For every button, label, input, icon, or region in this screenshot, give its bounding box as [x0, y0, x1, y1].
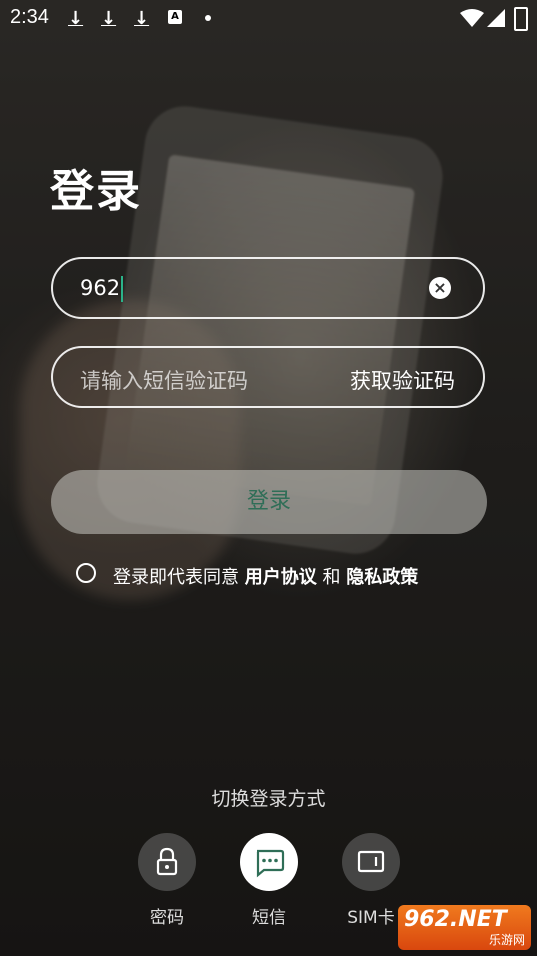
- agree-checkbox[interactable]: [76, 563, 96, 583]
- get-code-button[interactable]: 获取验证码: [350, 365, 455, 395]
- clear-icon[interactable]: ×: [429, 277, 451, 299]
- login-button[interactable]: 登录: [51, 470, 487, 534]
- lock-icon[interactable]: [138, 833, 196, 891]
- status-time: 2:34: [10, 6, 49, 28]
- method-label: 密码: [150, 908, 184, 928]
- download-icon: ↓: [68, 8, 84, 29]
- text-cursor: [121, 276, 124, 302]
- login-method-sim[interactable]: SIM卡: [341, 833, 401, 928]
- signal-icon: [487, 9, 505, 27]
- watermark-site-name: 乐游网: [488, 933, 525, 947]
- a-icon: A: [168, 10, 182, 24]
- method-label: SIM卡: [347, 908, 395, 928]
- message-icon[interactable]: [240, 833, 298, 891]
- sms-code-input[interactable]: 请输入短信验证码: [80, 365, 248, 395]
- download-icon: ↓: [101, 8, 117, 29]
- battery-icon: [514, 7, 528, 31]
- method-label: 短信: [252, 908, 286, 928]
- login-method-password[interactable]: 密码: [137, 833, 197, 928]
- agreement-text: 登录即代表同意 用户协议 和 隐私政策: [113, 567, 419, 588]
- page-title: 登录: [50, 166, 142, 217]
- download-icon: ↓: [134, 8, 150, 29]
- wifi-icon: [460, 9, 484, 27]
- site-watermark: 962.NET 乐游网: [398, 905, 531, 950]
- phone-number-field[interactable]: 962 ×: [51, 257, 485, 319]
- phone-number-input[interactable]: 962: [80, 276, 124, 302]
- watermark-logo-text: 962.NET: [404, 907, 507, 932]
- status-bar: 2:34 ↓ ↓ ↓ A: [0, 0, 537, 36]
- privacy-policy-link[interactable]: 隐私政策: [346, 567, 418, 588]
- switch-login-title: 切换登录方式: [211, 788, 326, 810]
- user-agreement-link[interactable]: 用户协议: [245, 567, 317, 588]
- sms-code-field[interactable]: 请输入短信验证码 获取验证码: [51, 346, 485, 408]
- login-method-sms[interactable]: 短信: [239, 833, 299, 928]
- dot-icon: [205, 15, 211, 21]
- sim-card-icon[interactable]: [342, 833, 400, 891]
